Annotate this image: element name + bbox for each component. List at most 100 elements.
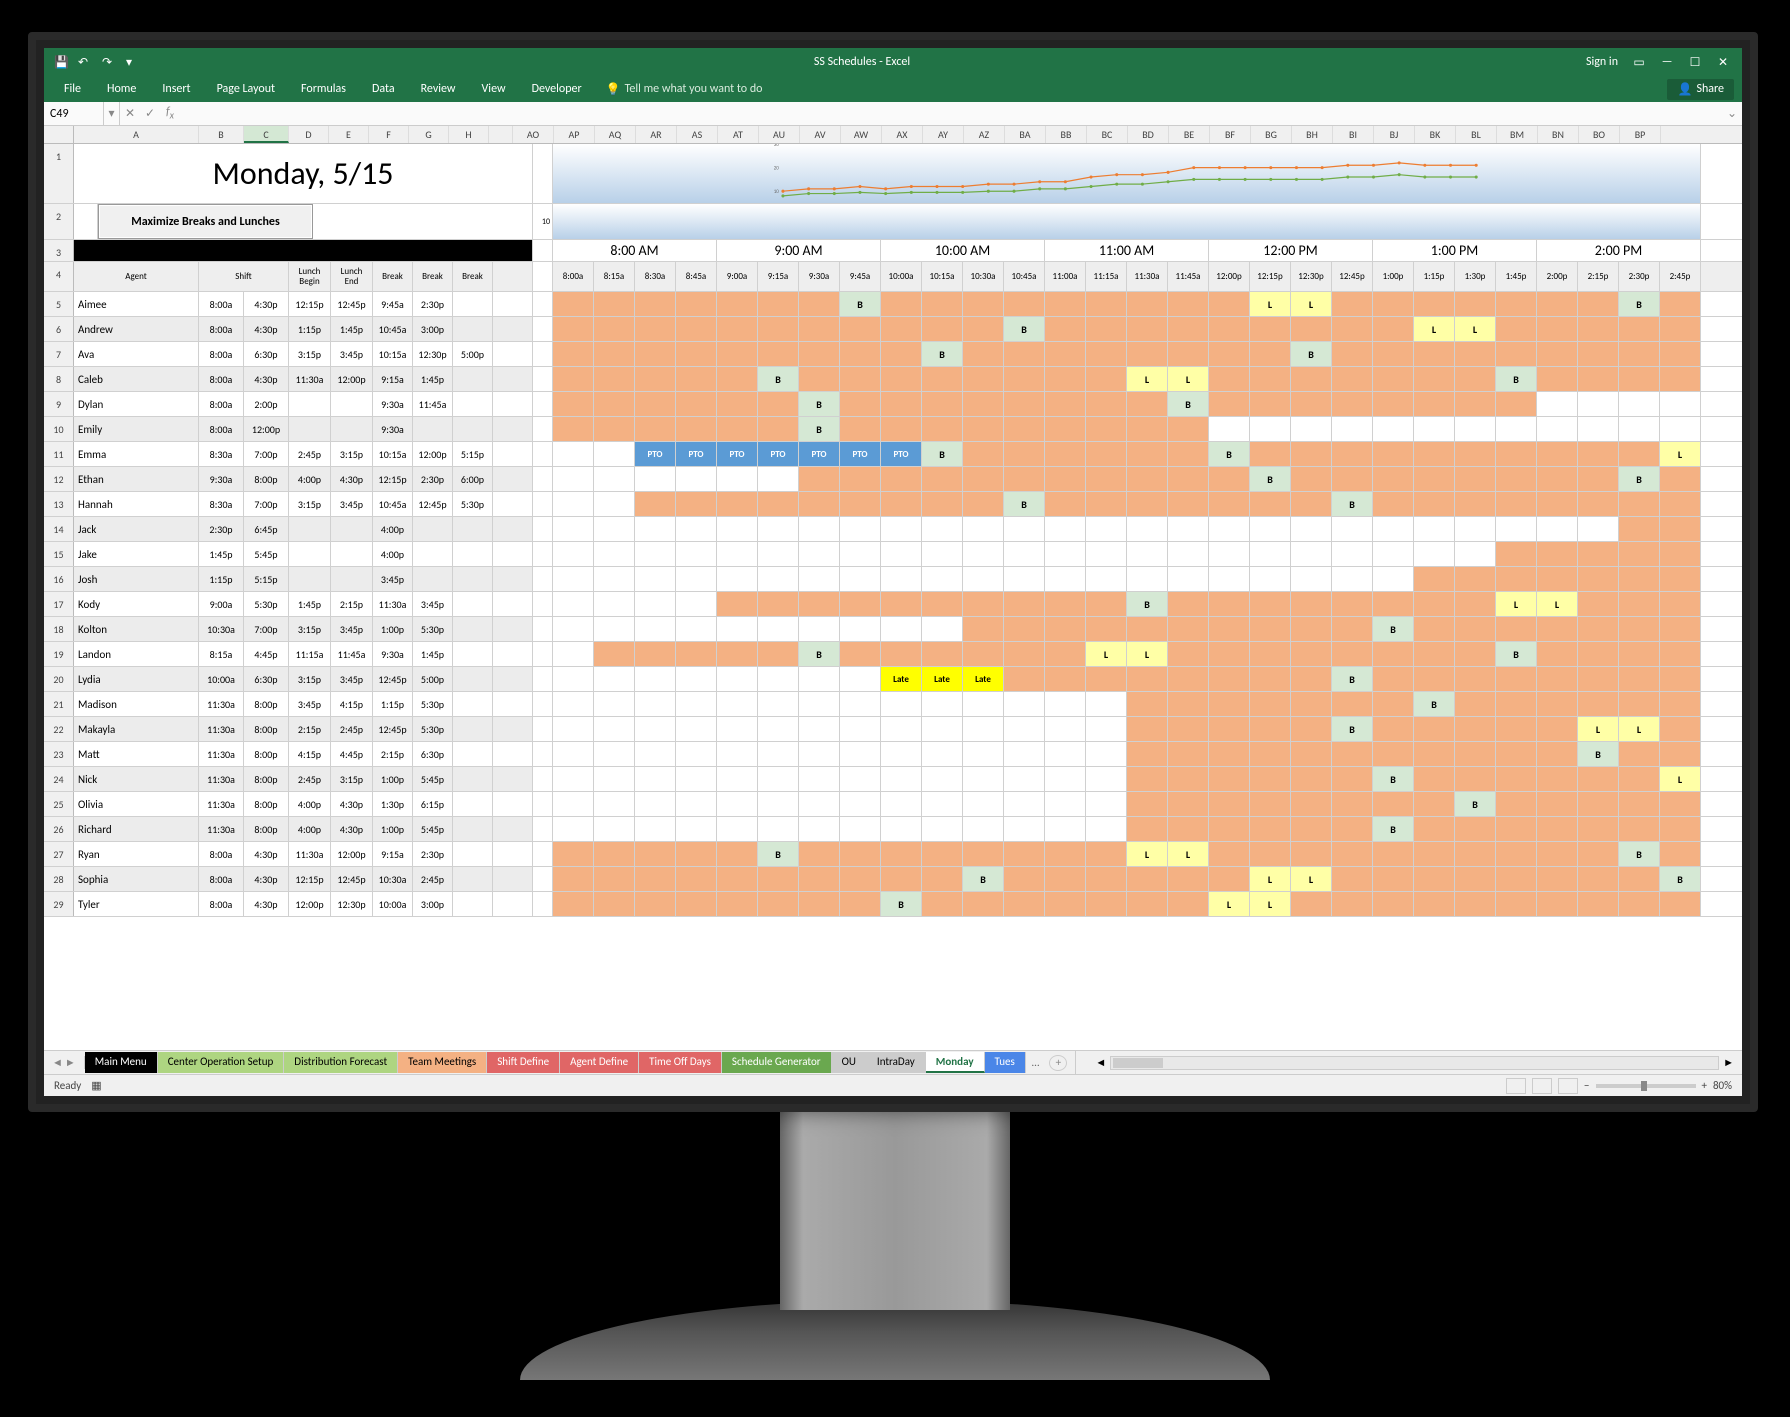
time-slot-cell[interactable] (553, 367, 594, 391)
schedule-info-cell[interactable]: 4:30p (244, 842, 289, 866)
time-slot-cell[interactable] (594, 642, 635, 666)
time-slot-cell[interactable] (1086, 367, 1127, 391)
schedule-info-cell[interactable] (453, 892, 493, 916)
col-header[interactable]: D (289, 126, 329, 143)
time-slot-cell[interactable] (594, 492, 635, 516)
time-slot-cell[interactable] (1619, 317, 1660, 341)
time-slot-cell[interactable] (799, 367, 840, 391)
time-slot-cell[interactable] (1291, 892, 1332, 916)
row-header[interactable]: 1 (44, 144, 74, 203)
schedule-info-cell[interactable]: 12:45p (331, 867, 373, 891)
schedule-info-cell[interactable]: 8:00p (244, 692, 289, 716)
schedule-info-cell[interactable]: 4:30p (331, 817, 373, 841)
row-header[interactable]: 4 (44, 262, 74, 291)
col-header[interactable]: A (74, 126, 199, 143)
time-slot-cell[interactable] (594, 367, 635, 391)
time-slot-cell[interactable] (1332, 317, 1373, 341)
time-slot-cell[interactable] (1086, 417, 1127, 441)
time-slot-cell[interactable] (717, 717, 758, 741)
schedule-info-cell[interactable]: 6:00p (453, 467, 493, 491)
time-slot-cell[interactable] (1537, 342, 1578, 366)
time-slot-cell[interactable] (1332, 792, 1373, 816)
time-slot-cell[interactable] (1004, 517, 1045, 541)
time-slot-cell[interactable]: B (1004, 492, 1045, 516)
time-slot-cell[interactable] (1168, 442, 1209, 466)
schedule-info-cell[interactable]: 11:30a (199, 792, 244, 816)
time-slot-cell[interactable] (676, 292, 717, 316)
time-slot-cell[interactable] (963, 442, 1004, 466)
time-slot-cell[interactable] (1578, 892, 1619, 916)
time-slot-cell[interactable]: B (1660, 867, 1701, 891)
time-slot-cell[interactable]: L (1086, 642, 1127, 666)
tab-nav-right-icon[interactable]: ► (65, 1056, 76, 1069)
time-slot-cell[interactable] (1414, 717, 1455, 741)
time-slot-cell[interactable] (758, 792, 799, 816)
time-slot-cell[interactable] (1086, 517, 1127, 541)
ribbon-tab-insert[interactable]: Insert (150, 78, 202, 100)
time-slot-cell[interactable]: L (1537, 592, 1578, 616)
time-slot-cell[interactable] (1086, 567, 1127, 591)
time-slot-cell[interactable] (1578, 342, 1619, 366)
row-header[interactable]: 3 (44, 240, 74, 261)
schedule-info-cell[interactable]: 3:45p (289, 692, 331, 716)
schedule-info-cell[interactable] (453, 617, 493, 641)
time-slot-cell[interactable] (1455, 342, 1496, 366)
time-slot-cell[interactable] (594, 817, 635, 841)
time-slot-cell[interactable] (1045, 492, 1086, 516)
col-header[interactable]: BH (1292, 126, 1333, 143)
time-slot-cell[interactable] (1496, 617, 1537, 641)
time-slot-cell[interactable] (1537, 817, 1578, 841)
agent-name-cell[interactable]: Caleb (74, 367, 199, 391)
time-slot-cell[interactable] (1127, 467, 1168, 491)
time-slot-cell[interactable]: B (1373, 617, 1414, 641)
time-slot-cell[interactable] (676, 342, 717, 366)
schedule-info-cell[interactable]: 12:15p (289, 292, 331, 316)
schedule-info-cell[interactable]: 8:00p (244, 467, 289, 491)
name-box[interactable]: C49 (44, 102, 104, 125)
time-slot-cell[interactable]: B (1127, 592, 1168, 616)
tell-me-search[interactable]: 💡 Tell me what you want to do (606, 82, 763, 97)
time-slot-cell[interactable] (1291, 667, 1332, 691)
time-slot-cell[interactable] (1168, 542, 1209, 566)
time-slot-cell[interactable]: L (1127, 842, 1168, 866)
col-header[interactable]: BI (1333, 126, 1374, 143)
time-slot-cell[interactable] (1414, 492, 1455, 516)
time-slot-cell[interactable] (1168, 292, 1209, 316)
col-header[interactable]: BM (1497, 126, 1538, 143)
time-slot-cell[interactable] (1455, 842, 1496, 866)
col-header[interactable]: C (244, 126, 289, 143)
sheet-tab[interactable]: Schedule Generator (722, 1052, 832, 1073)
time-slot-cell[interactable] (594, 867, 635, 891)
schedule-info-cell[interactable]: 3:45p (373, 567, 413, 591)
ribbon-tab-data[interactable]: Data (360, 78, 407, 100)
agent-name-cell[interactable]: Nick (74, 767, 199, 791)
schedule-info-cell[interactable]: 10:30a (199, 617, 244, 641)
time-slot-cell[interactable] (1127, 492, 1168, 516)
col-header[interactable]: AT (718, 126, 759, 143)
time-slot-cell[interactable]: L (1291, 292, 1332, 316)
time-slot-cell[interactable] (553, 442, 594, 466)
time-slot-cell[interactable] (1291, 392, 1332, 416)
schedule-info-cell[interactable]: 1:15p (289, 317, 331, 341)
schedule-info-cell[interactable] (331, 542, 373, 566)
agent-name-cell[interactable]: Ryan (74, 842, 199, 866)
time-slot-cell[interactable] (1004, 717, 1045, 741)
agent-name-cell[interactable]: Emily (74, 417, 199, 441)
time-slot-cell[interactable] (1250, 317, 1291, 341)
time-slot-cell[interactable] (1619, 417, 1660, 441)
time-slot-cell[interactable] (1086, 542, 1127, 566)
schedule-info-cell[interactable] (413, 567, 453, 591)
time-slot-cell[interactable] (799, 617, 840, 641)
sheet-tab[interactable]: Distribution Forecast (284, 1052, 398, 1073)
agent-name-cell[interactable]: Andrew (74, 317, 199, 341)
time-slot-cell[interactable] (594, 617, 635, 641)
time-slot-cell[interactable] (553, 792, 594, 816)
time-slot-cell[interactable] (1332, 892, 1373, 916)
time-slot-cell[interactable] (1619, 667, 1660, 691)
time-slot-cell[interactable] (1537, 542, 1578, 566)
row-header[interactable]: 16 (44, 567, 74, 591)
time-slot-cell[interactable]: B (1332, 667, 1373, 691)
schedule-info-cell[interactable]: 4:30p (331, 467, 373, 491)
time-slot-cell[interactable] (1660, 717, 1701, 741)
time-slot-cell[interactable] (1373, 692, 1414, 716)
